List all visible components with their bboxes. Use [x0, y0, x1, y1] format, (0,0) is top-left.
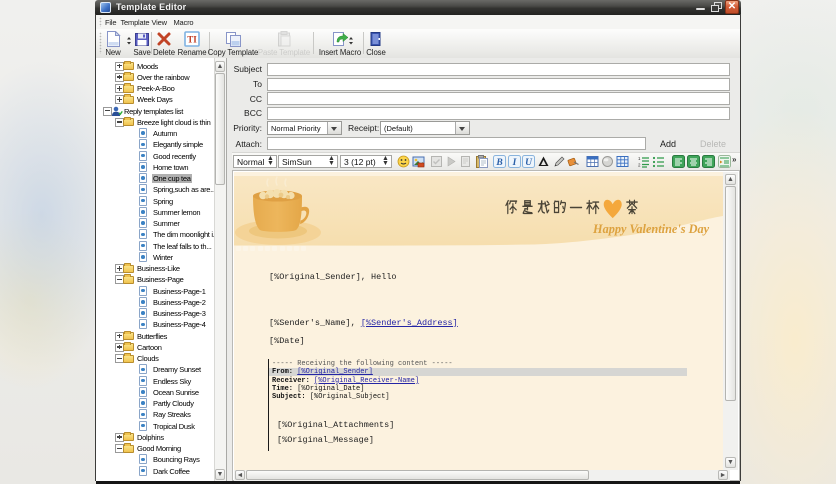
svg-text:I: I [512, 158, 517, 168]
svg-text:U: U [525, 158, 533, 168]
svg-text:2: 2 [638, 163, 641, 168]
svg-text:TI: TI [187, 35, 197, 45]
svg-text:1: 1 [638, 156, 641, 161]
svg-text:B: B [495, 158, 502, 168]
